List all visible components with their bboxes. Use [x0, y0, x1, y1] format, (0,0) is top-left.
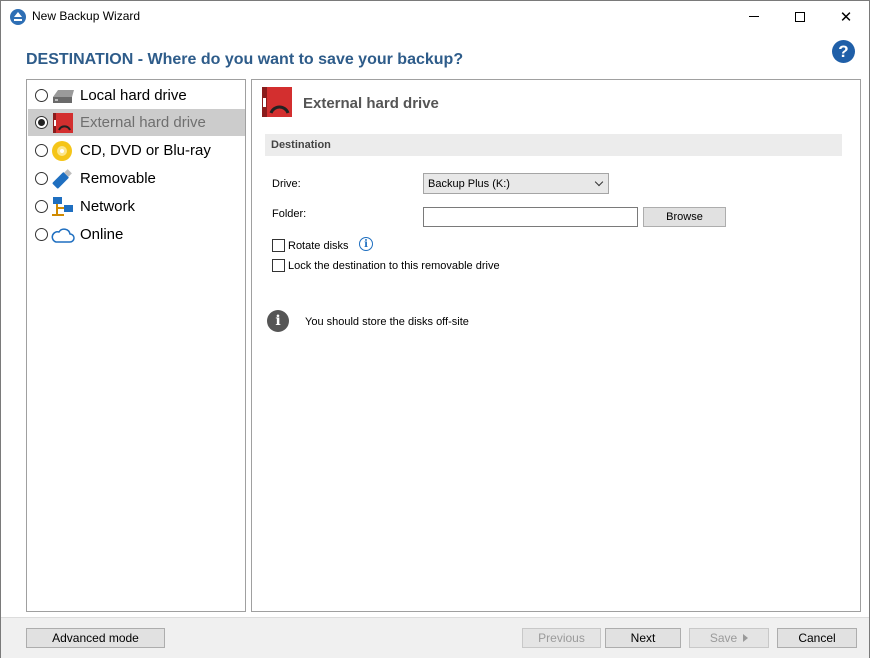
drive-select-value: Backup Plus (K:) [428, 178, 510, 190]
drive-select[interactable]: Backup Plus (K:) [423, 173, 609, 194]
lock-destination-checkbox[interactable] [272, 259, 285, 272]
wizard-window: New Backup Wizard ✕ DESTINATION - Where … [0, 0, 870, 658]
radio-disc[interactable] [35, 144, 48, 157]
destination-option-external[interactable]: External hard drive [28, 109, 245, 136]
info-message: You should store the disks off-site [305, 316, 469, 328]
save-button[interactable]: Save [689, 628, 769, 648]
previous-button[interactable]: Previous [522, 628, 601, 648]
radio-removable[interactable] [35, 172, 48, 185]
destination-label-removable: Removable [80, 170, 156, 187]
close-icon: ✕ [839, 8, 853, 26]
cloud-icon [51, 227, 75, 243]
save-button-label: Save [709, 631, 738, 645]
destination-option-disc[interactable]: CD, DVD or Blu-ray [28, 137, 245, 164]
cancel-button[interactable]: Cancel [777, 628, 857, 648]
destination-label-disc: CD, DVD or Blu-ray [80, 142, 211, 159]
drive-label: Drive: [272, 178, 301, 190]
browse-button[interactable]: Browse [643, 207, 726, 227]
radio-local[interactable] [35, 89, 48, 102]
disc-icon [52, 140, 72, 161]
advanced-mode-button[interactable]: Advanced mode [26, 628, 165, 648]
footer-bar: Advanced mode Previous Next Save Cancel [1, 617, 869, 658]
folder-input[interactable] [423, 207, 638, 227]
destination-option-online[interactable]: Online [28, 221, 245, 248]
destination-details-panel: External hard drive Destination Drive: B… [251, 79, 861, 612]
next-button[interactable]: Next [605, 628, 681, 648]
radio-network[interactable] [35, 200, 48, 213]
section-header: Destination [265, 134, 842, 156]
minimize-icon [749, 16, 759, 17]
window-title: New Backup Wizard [32, 9, 141, 23]
rotate-disks-label: Rotate disks [288, 240, 349, 252]
destination-label-online: Online [80, 226, 124, 243]
caret-right-icon [743, 634, 749, 642]
destination-label-local: Local hard drive [80, 87, 187, 104]
usb-icon [52, 168, 72, 188]
rotate-disks-checkbox[interactable] [272, 239, 285, 252]
chevron-down-icon [594, 177, 604, 187]
destination-label-external: External hard drive [80, 114, 206, 131]
lock-destination-label: Lock the destination to this removable d… [288, 260, 500, 272]
destination-list: Local hard drive External hard drive CD,… [26, 79, 246, 612]
folder-label: Folder: [272, 208, 307, 220]
close-button[interactable]: ✕ [823, 1, 869, 32]
info-icon: i [267, 310, 289, 332]
help-icon[interactable]: ? [832, 40, 855, 63]
maximize-button[interactable] [777, 1, 823, 32]
title-bar: New Backup Wizard ✕ [1, 1, 869, 32]
maximize-icon [795, 11, 805, 22]
destination-label-network: Network [80, 198, 136, 215]
destination-option-local[interactable]: Local hard drive [28, 82, 245, 109]
radio-external[interactable] [35, 116, 48, 129]
local-drive-icon [53, 89, 74, 103]
destination-option-removable[interactable]: Removable [28, 165, 245, 192]
panel-title: External hard drive [303, 95, 439, 112]
destination-option-network[interactable]: Network [28, 193, 245, 220]
app-backup-icon [10, 9, 26, 25]
radio-online[interactable] [35, 228, 48, 241]
external-drive-icon [53, 112, 73, 133]
page-title: DESTINATION - Where do you want to save … [26, 51, 464, 68]
network-icon [52, 196, 73, 216]
minimize-button[interactable] [731, 1, 777, 32]
external-drive-icon [262, 87, 292, 117]
info-icon[interactable]: i [359, 237, 373, 251]
